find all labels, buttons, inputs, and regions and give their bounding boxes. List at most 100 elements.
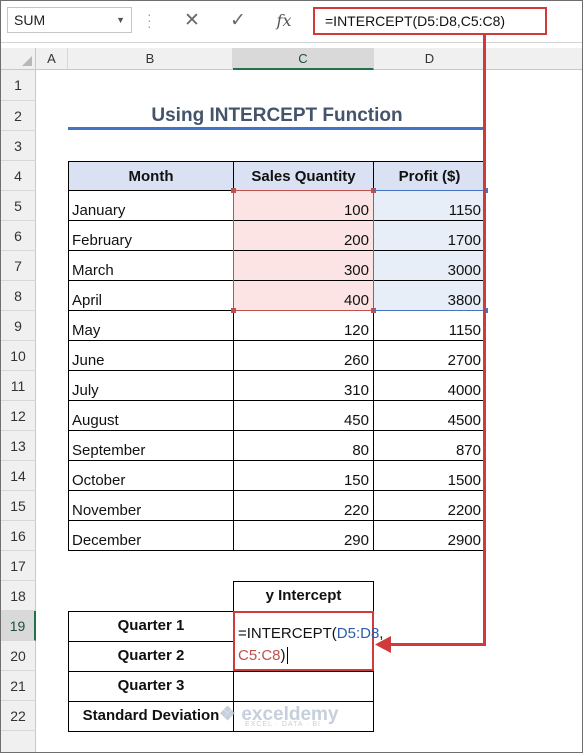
cell-month[interactable]: October [68,460,234,491]
cell-sales[interactable]: 150 [233,460,374,491]
cell-profit[interactable]: 4000 [373,370,486,401]
column-header-d[interactable]: D [374,48,486,70]
header-sales-quantity[interactable]: Sales Quantity [233,161,374,191]
column-header-c[interactable]: C [233,48,374,70]
header-profit[interactable]: Profit ($) [373,161,486,191]
cell-sales[interactable]: 200 [233,220,374,251]
cell-sales[interactable]: 120 [233,310,374,341]
cell-month[interactable]: September [68,430,234,461]
row-header-7[interactable]: 7 [1,251,36,281]
row-header-15[interactable]: 15 [1,491,36,521]
check-icon: ✓ [230,10,246,31]
range-handle[interactable] [231,308,236,313]
name-box[interactable]: SUM ▼ [7,7,132,33]
close-icon: ✕ [184,10,200,31]
cell-sales[interactable]: 450 [233,400,374,431]
column-header-a[interactable]: A [36,48,68,70]
row-header-8[interactable]: 8 [1,281,36,311]
cell-month[interactable]: May [68,310,234,341]
cell-sales[interactable]: 80 [233,430,374,461]
cell-month[interactable]: June [68,340,234,371]
column-label: B [145,51,155,66]
cell-sales[interactable]: 100 [233,190,374,221]
cell-sales[interactable]: 290 [233,520,374,551]
cell-profit[interactable]: 870 [373,430,486,461]
row-label: 6 [14,228,22,244]
enter-button[interactable]: ✓ [223,9,253,33]
row-label: 4 [14,168,22,184]
range-handle[interactable] [231,188,236,193]
range-handle[interactable] [371,308,376,313]
cell-profit[interactable]: 1500 [373,460,486,491]
cell-profit[interactable]: 1700 [373,220,486,251]
select-all-corner[interactable] [1,48,36,70]
cell-month[interactable]: January [68,190,234,221]
cell-month[interactable]: August [68,400,234,431]
chevron-down-icon[interactable]: ▼ [116,8,125,32]
cancel-button[interactable]: ✕ [177,9,207,33]
edit-prefix: =INTERCEPT( [238,625,337,642]
row-header-3[interactable]: 3 [1,131,36,161]
header-y-intercept[interactable]: y Intercept [233,581,374,612]
row-header-blank [1,731,36,752]
cell-sales[interactable]: 400 [233,280,374,311]
row-header-2[interactable]: 2 [1,101,36,131]
insert-function-button[interactable]: fx [269,9,299,33]
row-header-13[interactable]: 13 [1,431,36,461]
cell-profit[interactable]: 4500 [373,400,486,431]
row-header-4[interactable]: 4 [1,161,36,191]
row-header-20[interactable]: 20 [1,641,36,671]
row-label: 9 [14,318,22,334]
row-label: 17 [10,558,26,574]
cell-profit[interactable]: 1150 [373,190,486,221]
cell-sales[interactable]: 220 [233,490,374,521]
active-cell-editor[interactable]: =INTERCEPT(D5:D8, C5:C8) [233,611,383,671]
row-header-21[interactable]: 21 [1,671,36,701]
cell-month[interactable]: November [68,490,234,521]
cell-month[interactable]: February [68,220,234,251]
row-header-22[interactable]: 22 [1,701,36,731]
row-label: 21 [10,678,26,694]
row-label: 7 [14,258,22,274]
range-handle[interactable] [371,188,376,193]
drag-handle-icon[interactable]: · · · [147,7,152,33]
row-header-5[interactable]: 5 [1,191,36,221]
row-header-14[interactable]: 14 [1,461,36,491]
label-quarter-3[interactable]: Quarter 3 [68,671,234,702]
name-box-value: SUM [14,12,46,28]
row-header-16[interactable]: 16 [1,521,36,551]
cell-quarter-3-value[interactable] [233,671,374,702]
cell-sales[interactable]: 300 [233,250,374,281]
row-header-19[interactable]: 19 [1,611,36,641]
row-header-17[interactable]: 17 [1,551,36,581]
cell-month[interactable]: December [68,520,234,551]
cell-profit[interactable]: 1150 [373,310,486,341]
row-label: 18 [10,588,26,604]
cell-month[interactable]: April [68,280,234,311]
cell-profit[interactable]: 3000 [373,250,486,281]
header-month[interactable]: Month [68,161,234,191]
label-quarter-2[interactable]: Quarter 2 [68,641,234,672]
row-header-9[interactable]: 9 [1,311,36,341]
row-header-6[interactable]: 6 [1,221,36,251]
cell-profit[interactable]: 2900 [373,520,486,551]
label-quarter-1[interactable]: Quarter 1 [68,611,234,642]
cell-sales[interactable]: 310 [233,370,374,401]
row-header-12[interactable]: 12 [1,401,36,431]
row-header-18[interactable]: 18 [1,581,36,611]
label-standard-deviation[interactable]: Standard Deviation [68,701,234,732]
cell-month[interactable]: July [68,370,234,401]
cell-profit[interactable]: 2700 [373,340,486,371]
column-header-b[interactable]: B [68,48,233,70]
cell-profit[interactable]: 2200 [373,490,486,521]
row-header-10[interactable]: 10 [1,341,36,371]
cell-month[interactable]: March [68,250,234,281]
row-header-11[interactable]: 11 [1,371,36,401]
column-label: A [47,51,56,66]
formula-input[interactable]: =INTERCEPT(D5:D8,C5:C8) [313,7,547,35]
annotation-arrow-line [386,643,486,646]
row-label: 3 [14,138,22,154]
cell-profit[interactable]: 3800 [373,280,486,311]
cell-sales[interactable]: 260 [233,340,374,371]
row-header-1[interactable]: 1 [1,70,36,101]
